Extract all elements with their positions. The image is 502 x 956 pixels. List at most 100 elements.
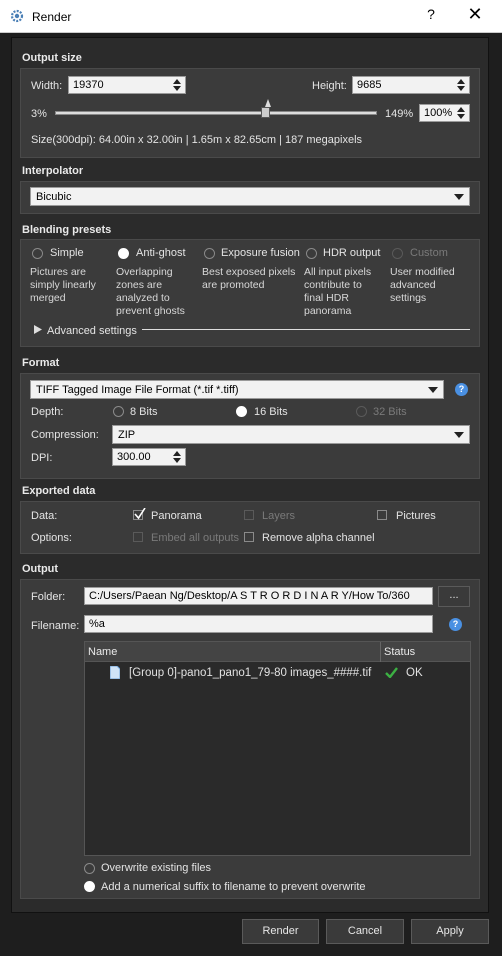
render-button[interactable]: Render bbox=[242, 919, 319, 944]
depth-8bit-radio[interactable] bbox=[113, 406, 124, 417]
blend-antighost-radio[interactable] bbox=[118, 248, 129, 259]
pictures-checkbox[interactable] bbox=[377, 510, 387, 520]
zoom-value: 100% bbox=[424, 107, 453, 119]
exported-group bbox=[20, 501, 480, 554]
advanced-settings-toggle[interactable]: Advanced settings bbox=[47, 325, 137, 337]
checkmark-icon bbox=[134, 508, 146, 520]
folder-value: C:/Users/Paean Ng/Desktop/A S T R O R D … bbox=[89, 590, 410, 602]
filename-input[interactable]: %a bbox=[84, 615, 433, 633]
filename-value: %a bbox=[89, 618, 105, 630]
blend-antighost-label[interactable]: Anti-ghost bbox=[136, 247, 186, 259]
section-output: Output bbox=[22, 563, 59, 575]
help-button[interactable]: ? bbox=[420, 6, 442, 22]
filename-label: Filename: bbox=[31, 620, 80, 632]
section-blending: Blending presets bbox=[22, 224, 112, 236]
width-input[interactable]: 19370 bbox=[68, 76, 186, 94]
layers-label: Layers bbox=[262, 510, 296, 522]
browse-button[interactable]: ... bbox=[438, 586, 470, 607]
column-divider bbox=[380, 642, 381, 662]
embed-label: Embed all outputs bbox=[151, 532, 240, 544]
compression-label: Compression: bbox=[31, 429, 99, 441]
dpi-spinner-icon[interactable] bbox=[172, 450, 182, 464]
overwrite-label[interactable]: Overwrite existing files bbox=[101, 862, 211, 874]
window-title: Render bbox=[32, 10, 72, 24]
width-spinner-icon[interactable] bbox=[172, 78, 182, 92]
section-interpolator: Interpolator bbox=[22, 165, 84, 177]
filename-help-icon[interactable]: ? bbox=[449, 618, 462, 631]
checkmark-icon bbox=[385, 667, 398, 678]
blend-hdr-label[interactable]: HDR output bbox=[323, 247, 380, 259]
close-button[interactable]: ✕ bbox=[462, 4, 488, 25]
zoom-max-label: 149% bbox=[385, 108, 414, 120]
section-exported: Exported data bbox=[22, 485, 96, 497]
blend-exposure-label[interactable]: Exposure fusion bbox=[221, 247, 300, 259]
depth-8bit-label[interactable]: 8 Bits bbox=[130, 406, 158, 418]
blend-simple-radio[interactable] bbox=[32, 248, 43, 259]
dpi-value: 300.00 bbox=[117, 451, 151, 463]
zoom-slider[interactable] bbox=[55, 111, 377, 115]
file-status: OK bbox=[406, 667, 423, 679]
section-format: Format bbox=[22, 357, 60, 369]
format-help-icon[interactable]: ? bbox=[455, 383, 468, 396]
blend-hdr-desc: All input pixels contribute to final HDR pa… bbox=[304, 266, 372, 317]
blend-hdr-radio[interactable] bbox=[306, 248, 317, 259]
folder-input[interactable]: C:/Users/Paean Ng/Desktop/A S T R O R D … bbox=[84, 587, 433, 605]
folder-label: Folder: bbox=[31, 591, 66, 603]
file-row[interactable]: [Group 0]-pano1_pano1_79-80 images_####.… bbox=[85, 664, 470, 684]
chevron-down-icon bbox=[428, 387, 438, 393]
options-label: Options: bbox=[31, 532, 72, 544]
blend-exposure-radio[interactable] bbox=[204, 248, 215, 259]
height-value: 9685 bbox=[357, 79, 382, 91]
blend-antighost-desc: Overlapping zones are analyzed to prevent g… bbox=[116, 266, 185, 317]
chevron-down-icon bbox=[454, 432, 464, 438]
width-value: 19370 bbox=[73, 79, 104, 91]
height-input[interactable]: 9685 bbox=[352, 76, 470, 94]
blend-exposure-desc: Best exposed pixels are promoted bbox=[202, 266, 296, 291]
compression-value: ZIP bbox=[118, 429, 136, 441]
file-name: [Group 0]-pano1_pano1_79-80 images_####.… bbox=[129, 667, 372, 679]
panorama-label[interactable]: Panorama bbox=[151, 510, 202, 522]
width-label: Width: bbox=[31, 80, 63, 92]
compression-select[interactable]: ZIP bbox=[112, 425, 470, 444]
zoom-min-label: 3% bbox=[31, 108, 47, 120]
gear-icon bbox=[10, 9, 24, 23]
interpolator-select[interactable]: Bicubic bbox=[30, 187, 470, 206]
remove-alpha-label[interactable]: Remove alpha channel bbox=[262, 532, 375, 544]
cancel-button[interactable]: Cancel bbox=[326, 919, 404, 944]
embed-checkbox bbox=[133, 532, 143, 542]
blend-custom-desc: User modified advanced settings bbox=[390, 266, 455, 304]
overwrite-radio[interactable] bbox=[84, 863, 95, 874]
column-name[interactable]: Name bbox=[88, 646, 117, 658]
section-output-size: Output size bbox=[22, 52, 82, 64]
zoom-input[interactable]: 100% bbox=[419, 104, 470, 122]
column-status[interactable]: Status bbox=[384, 646, 415, 658]
suffix-radio[interactable] bbox=[84, 881, 95, 892]
title-bar: Render ? ✕ bbox=[0, 0, 502, 33]
depth-label: Depth: bbox=[31, 406, 64, 418]
depth-16bit-radio[interactable] bbox=[236, 406, 247, 417]
output-file-list[interactable]: Name Status [Group 0]-pano1_pano1_79-80 … bbox=[84, 641, 471, 856]
depth-16bit-label[interactable]: 16 Bits bbox=[254, 406, 288, 418]
pictures-label[interactable]: Pictures bbox=[396, 510, 436, 522]
depth-32bit-label: 32 Bits bbox=[373, 406, 407, 418]
zoom-slider-handle[interactable] bbox=[261, 107, 270, 118]
blend-simple-label[interactable]: Simple bbox=[50, 247, 84, 259]
file-list-header: Name Status bbox=[85, 642, 470, 662]
expand-triangle-icon[interactable] bbox=[34, 325, 42, 334]
dpi-input[interactable]: 300.00 bbox=[112, 448, 186, 466]
apply-button[interactable]: Apply bbox=[411, 919, 489, 944]
format-value: TIFF Tagged Image File Format (*.tif *.t… bbox=[36, 384, 239, 396]
blend-custom-radio bbox=[392, 248, 403, 259]
remove-alpha-checkbox[interactable] bbox=[244, 532, 254, 542]
zoom-spinner-icon[interactable] bbox=[456, 106, 466, 120]
slider-marker-icon bbox=[265, 99, 271, 107]
blend-custom-label: Custom bbox=[410, 247, 448, 259]
advanced-divider bbox=[142, 329, 470, 330]
format-select[interactable]: TIFF Tagged Image File Format (*.tif *.t… bbox=[30, 380, 444, 399]
height-label: Height: bbox=[312, 80, 347, 92]
suffix-label[interactable]: Add a numerical suffix to filename to pr… bbox=[101, 881, 366, 893]
size-info: Size(300dpi): 64.00in x 32.00in | 1.65m … bbox=[31, 134, 363, 146]
depth-32bit-radio bbox=[356, 406, 367, 417]
panorama-checkbox[interactable] bbox=[133, 508, 146, 520]
height-spinner-icon[interactable] bbox=[456, 78, 466, 92]
